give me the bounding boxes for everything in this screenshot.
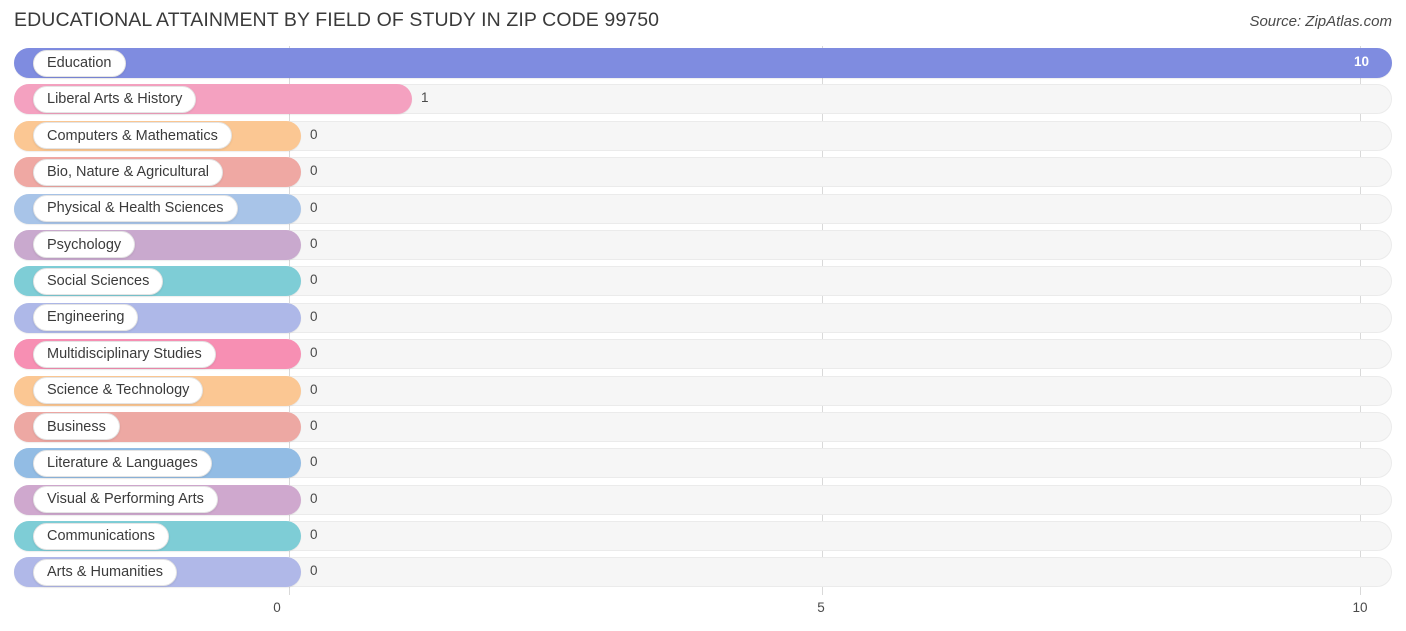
bar-row: Literature & Languages 0 — [0, 446, 1406, 482]
x-axis-tick-10: 10 — [1352, 600, 1368, 615]
bar-label: Visual & Performing Arts — [47, 491, 204, 508]
bar-rows: Education 10 Liberal Arts & History 1 Comput… — [0, 46, 1406, 592]
bar-value-label: 0 — [310, 381, 318, 397]
bar-row: Science & Technology 0 — [0, 374, 1406, 410]
bar-row: Engineering 0 — [0, 301, 1406, 337]
bar-label: Science & Technology — [47, 382, 190, 399]
bar-row: Visual & Performing Arts 0 — [0, 483, 1406, 519]
bar-value-label: 0 — [310, 345, 318, 361]
bar-label: Business — [47, 418, 106, 435]
bar-row: Business 0 — [0, 410, 1406, 446]
bar-label: Computers & Mathematics — [47, 127, 218, 144]
x-axis: 0 5 10 — [0, 595, 1406, 631]
bar-label: Bio, Nature & Agricultural — [47, 163, 209, 180]
bar-label-pill: Physical & Health Sciences — [33, 195, 238, 223]
plot-area: Education 10 Liberal Arts & History 1 Comput… — [0, 46, 1406, 595]
bar-label-pill: Liberal Arts & History — [33, 85, 197, 113]
bar-value-label: 0 — [310, 454, 318, 470]
bar-label-pill: Social Sciences — [33, 267, 164, 295]
bar-value-label: 0 — [310, 527, 318, 543]
bar-value-label: 0 — [310, 163, 318, 179]
bar-value-label: 10 — [1354, 53, 1370, 69]
bar-value-label: 0 — [310, 490, 318, 506]
bar-value-label: 0 — [310, 417, 318, 433]
bar-label: Education — [47, 54, 112, 71]
bar-label: Liberal Arts & History — [47, 91, 183, 108]
bar-value-label: 0 — [310, 126, 318, 142]
bar-label-pill: Psychology — [33, 231, 136, 259]
bar-label-pill: Bio, Nature & Agricultural — [33, 158, 223, 186]
bar-label-pill: Visual & Performing Arts — [33, 486, 218, 514]
bar-row: Social Sciences 0 — [0, 264, 1406, 300]
x-axis-tick-5: 5 — [817, 600, 825, 615]
bar-label-pill: Multidisciplinary Studies — [33, 340, 216, 368]
source-attribution: Source: ZipAtlas.com — [1249, 13, 1392, 30]
bar-row: Education 10 — [0, 46, 1406, 82]
bar-label: Multidisciplinary Studies — [47, 345, 202, 362]
x-axis-tick-0: 0 — [273, 600, 281, 615]
bar-label-pill: Arts & Humanities — [33, 558, 178, 586]
bar-row: Arts & Humanities 0 — [0, 555, 1406, 591]
bar-label: Communications — [47, 527, 155, 544]
bar-label: Arts & Humanities — [47, 564, 164, 581]
bar-value-label: 1 — [421, 90, 429, 106]
bar-label-pill: Education — [33, 49, 126, 77]
bar-value-label: 0 — [310, 308, 318, 324]
bar-label-pill: Communications — [33, 522, 169, 550]
chart-header: EDUCATIONAL ATTAINMENT BY FIELD OF STUDY… — [0, 0, 1406, 46]
bar-label: Physical & Health Sciences — [47, 200, 224, 217]
bar-row: Multidisciplinary Studies 0 — [0, 337, 1406, 373]
bar-row: Physical & Health Sciences 0 — [0, 192, 1406, 228]
bar-value-label: 0 — [310, 199, 318, 215]
bar-row: Liberal Arts & History 1 — [0, 82, 1406, 118]
bar-label-pill: Science & Technology — [33, 377, 204, 405]
bar-row: Bio, Nature & Agricultural 0 — [0, 155, 1406, 191]
page-title: EDUCATIONAL ATTAINMENT BY FIELD OF STUDY… — [14, 9, 660, 31]
bar-label: Engineering — [47, 309, 125, 326]
chart-page: EDUCATIONAL ATTAINMENT BY FIELD OF STUDY… — [0, 0, 1406, 631]
bar-value-label: 0 — [310, 272, 318, 288]
bar-label-pill: Engineering — [33, 304, 139, 332]
bar[interactable] — [14, 48, 1392, 78]
bar-value-label: 0 — [310, 235, 318, 251]
bar-label: Literature & Languages — [47, 455, 198, 472]
bar-label-pill: Computers & Mathematics — [33, 122, 232, 150]
bar-value-label: 0 — [310, 563, 318, 579]
bar-label: Social Sciences — [47, 273, 150, 290]
bar-row: Computers & Mathematics 0 — [0, 119, 1406, 155]
bar-label: Psychology — [47, 236, 122, 253]
bar-label-pill: Business — [33, 413, 120, 441]
bar-row: Psychology 0 — [0, 228, 1406, 264]
bar-label-pill: Literature & Languages — [33, 449, 212, 477]
bar-row: Communications 0 — [0, 519, 1406, 555]
